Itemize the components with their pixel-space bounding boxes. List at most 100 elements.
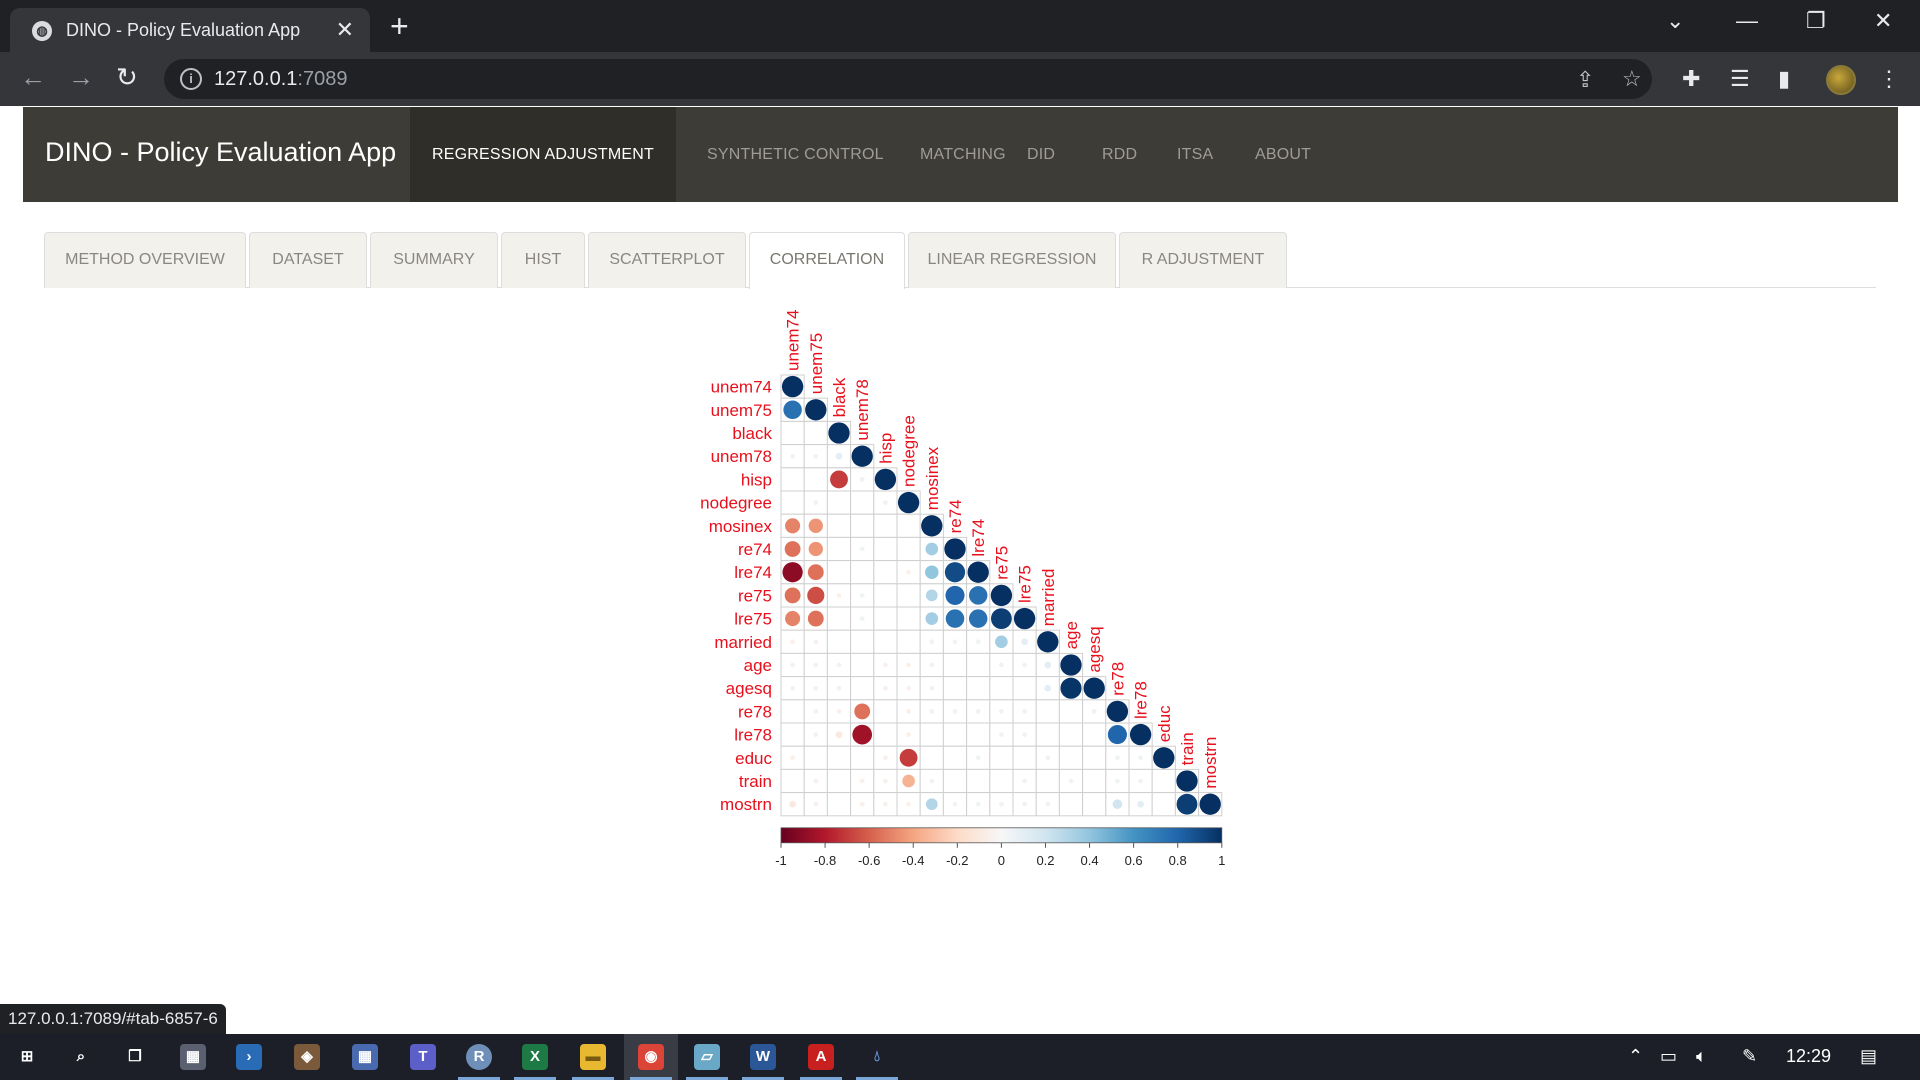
extensions-icon[interactable]: ✚ — [1682, 66, 1700, 92]
back-icon[interactable]: ← — [20, 62, 46, 93]
taskbar-grid-app-button[interactable]: ▦ — [338, 1034, 392, 1080]
corr-circle-re75-unem78 — [859, 593, 865, 598]
colorbar-tick-label: 1 — [1218, 853, 1225, 868]
taskbar-start-button[interactable]: ⊞ — [0, 1034, 54, 1080]
taskbar-notes-button[interactable]: ▱ — [680, 1034, 734, 1080]
corr-circle-married-re75 — [995, 635, 1008, 649]
corr-circle-re78-lre74 — [975, 709, 981, 714]
corr-circle-nodegree-hisp — [883, 500, 888, 505]
battery-icon[interactable]: ▭ — [1660, 1046, 1677, 1067]
nav-synthetic-control[interactable]: SYNTHETIC CONTROL — [685, 107, 906, 202]
tab-scatterplot[interactable]: SCATTERPLOT — [588, 232, 746, 288]
corr-circle-educ-hisp — [883, 755, 888, 761]
powershell-icon: › — [236, 1044, 262, 1070]
taskbar-acrobat-button[interactable]: A — [794, 1034, 848, 1080]
corr-circle-hisp-unem78 — [859, 477, 865, 482]
tab-hist[interactable]: HIST — [501, 232, 585, 288]
corr-circle-train-train — [1176, 770, 1198, 792]
nav-itsa[interactable]: ITSA — [1155, 107, 1235, 202]
tab-dataset[interactable]: DATASET — [249, 232, 367, 288]
browser-tab[interactable]: ◍ DINO - Policy Evaluation App ✕ — [10, 8, 370, 52]
start-icon: ⊞ — [14, 1044, 40, 1070]
grid-cell — [896, 536, 921, 562]
tab-r-adjustment[interactable]: R ADJUSTMENT — [1119, 232, 1287, 288]
minimize-icon[interactable]: — — [1736, 8, 1758, 34]
corr-circle-train-mosinex — [929, 778, 935, 784]
media-control-icon[interactable]: ☰ — [1730, 66, 1750, 92]
taskbar-photo-app-button[interactable]: ◈ — [280, 1034, 334, 1080]
clock[interactable]: 12:29 — [1786, 1046, 1831, 1067]
tab-summary[interactable]: SUMMARY — [370, 232, 498, 288]
nav-about[interactable]: ABOUT — [1233, 107, 1333, 202]
taskbar-chrome-button[interactable]: ◉ — [624, 1034, 678, 1080]
col-label-re78: re78 — [1108, 662, 1127, 696]
corr-circle-agesq-hisp — [883, 685, 888, 691]
taskbar-search-button[interactable]: ⌕ — [54, 1034, 108, 1080]
corr-circle-re74-unem75 — [808, 541, 823, 557]
forward-icon[interactable]: → — [68, 62, 94, 93]
colorbar-tick-label: 0.2 — [1036, 853, 1054, 868]
info-icon[interactable]: i — [180, 68, 202, 90]
tab-title: DINO - Policy Evaluation App — [66, 20, 301, 40]
corr-circle-mostrn-train — [1176, 793, 1198, 815]
grid-cell — [850, 513, 875, 538]
nav-regression-adjustment[interactable]: REGRESSION ADJUSTMENT — [410, 107, 677, 202]
corr-circle-lre78-nodegree — [906, 732, 911, 737]
menu-kebab-icon[interactable]: ⋮ — [1878, 66, 1900, 92]
grid-cell — [850, 490, 875, 515]
colorbar-tick-label: 0 — [998, 853, 1005, 868]
corr-circle-mostrn-lre74 — [975, 801, 981, 807]
tab-method-overview[interactable]: METHOD OVERVIEW — [44, 232, 246, 288]
grid-cell — [850, 745, 875, 770]
new-tab-icon[interactable]: + — [390, 8, 409, 45]
restore-icon[interactable]: ❐ — [1806, 8, 1826, 34]
tray-chevron-icon[interactable]: ⌃ — [1628, 1046, 1643, 1067]
share-icon[interactable]: ⇪ — [1576, 67, 1594, 93]
col-label-mostrn: mostrn — [1201, 737, 1220, 789]
bookmark-star-icon[interactable]: ☆ — [1622, 66, 1642, 92]
taskbar-powershell-button[interactable]: › — [222, 1034, 276, 1080]
colorbar-tick-label: -0.8 — [814, 853, 836, 868]
corr-circle-lre75-lre74 — [968, 609, 988, 628]
word-icon: W — [750, 1044, 776, 1070]
grid-cell — [1058, 745, 1084, 770]
close-tab-icon[interactable]: ✕ — [336, 17, 354, 43]
corr-circle-train-lre78 — [1138, 778, 1143, 784]
acrobat-icon: A — [808, 1044, 834, 1070]
tab-linear-regression[interactable]: LINEAR REGRESSION — [908, 232, 1116, 288]
taskbar-task-view-button[interactable]: ❒ — [108, 1034, 162, 1080]
notifications-icon[interactable]: ▤ — [1860, 1046, 1877, 1067]
address-bar[interactable]: i 127.0.0.1:7089 ⇪ ☆ — [164, 59, 1652, 99]
corr-circle-agesq-agesq — [1083, 677, 1105, 699]
grid-cell — [1035, 768, 1060, 794]
corr-circle-re74-mosinex — [925, 542, 939, 556]
corr-circle-age-married — [1044, 661, 1052, 669]
grid-cell — [826, 792, 852, 817]
taskbar-file-explorer-button[interactable]: ▬ — [566, 1034, 620, 1080]
taskbar-r-button[interactable]: R — [452, 1034, 506, 1080]
pen-icon[interactable]: ✎ — [1742, 1046, 1757, 1067]
corr-circle-lre78-unem75 — [813, 732, 819, 737]
tab-correlation[interactable]: CORRELATION — [749, 232, 905, 289]
corr-circle-married-unem75 — [813, 639, 819, 645]
side-panel-icon[interactable]: ▮ — [1778, 66, 1790, 92]
taskbar-word-button[interactable]: W — [736, 1034, 790, 1080]
nav-did[interactable]: DID — [1005, 107, 1077, 202]
profile-avatar[interactable] — [1826, 65, 1856, 95]
app-brand[interactable]: DINO - Policy Evaluation App — [45, 137, 396, 168]
corr-circle-re75-mosinex — [925, 589, 938, 602]
taskbar-teams-button[interactable]: T — [396, 1034, 450, 1080]
close-window-icon[interactable]: ✕ — [1874, 8, 1892, 34]
taskbar-calculator-button[interactable]: ▦ — [166, 1034, 220, 1080]
taskbar-excel-button[interactable]: X — [508, 1034, 562, 1080]
grid-cell — [989, 676, 1014, 701]
volume-icon[interactable]: 🔈︎ — [1696, 1046, 1707, 1067]
row-label-agesq: agesq — [726, 679, 772, 698]
corr-circle-train-age — [1068, 778, 1074, 784]
tab-search-icon[interactable]: ⌄ — [1666, 8, 1684, 34]
nav-rdd[interactable]: RDD — [1080, 107, 1159, 202]
corr-circle-re78-re74 — [952, 709, 958, 714]
taskbar-drop-app-button[interactable]: 💧︎ — [850, 1034, 904, 1080]
reload-icon[interactable]: ↻ — [116, 62, 138, 93]
corr-circle-married-lre75 — [1021, 638, 1028, 646]
